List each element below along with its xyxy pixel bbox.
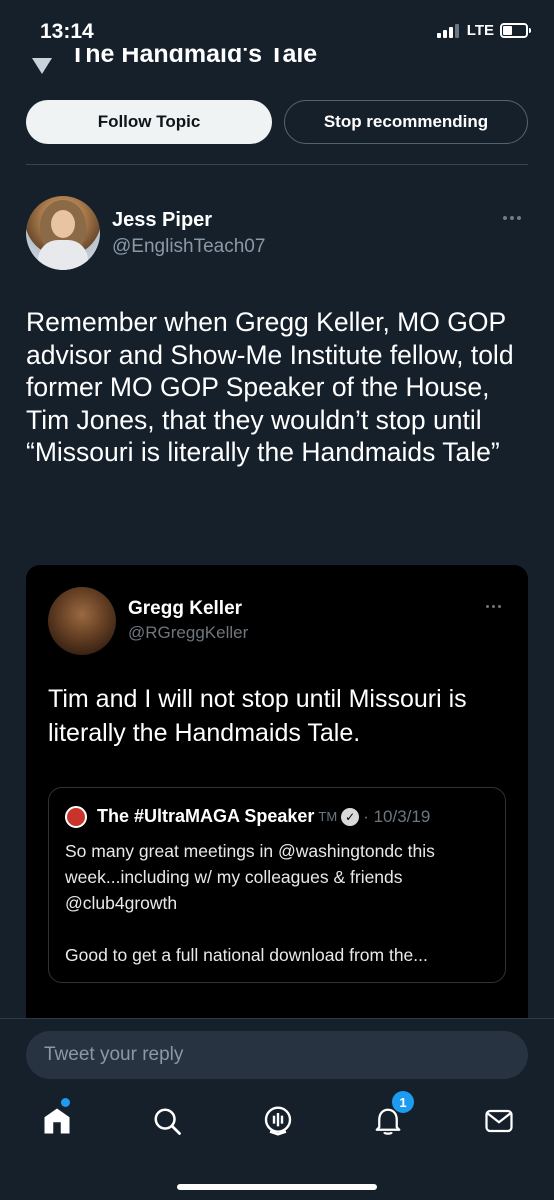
quoted-author-name: The #UltraMAGA Speaker	[97, 806, 315, 826]
home-icon[interactable]	[37, 1101, 77, 1141]
embedded-author-name: Gregg Keller	[128, 598, 243, 619]
quoted-avatar	[65, 806, 87, 828]
trademark-label: TM	[318, 809, 338, 824]
quoted-date: · 10/3/19	[363, 806, 431, 826]
signal-icon	[436, 23, 459, 38]
quoted-header: The #UltraMAGA Speaker TM ✓ · 10/3/19	[97, 806, 430, 827]
messages-icon[interactable]	[479, 1101, 519, 1141]
topic-icon	[32, 58, 52, 74]
quoted-tweet: The #UltraMAGA Speaker TM ✓ · 10/3/19 So…	[48, 787, 506, 983]
tweet-image[interactable]: Gregg Keller @RGreggKeller Tim and I wil…	[26, 565, 528, 1035]
status-time: 13:14	[40, 20, 94, 43]
author-handle[interactable]: @EnglishTeach07	[112, 236, 265, 258]
embedded-author-handle: @RGreggKeller	[128, 623, 249, 642]
battery-icon	[500, 23, 531, 38]
verified-icon: ✓	[341, 807, 360, 826]
notification-badge: 1	[392, 1091, 414, 1113]
quoted-text: So many great meetings in @washingtondc …	[65, 841, 435, 913]
spaces-icon[interactable]	[258, 1101, 298, 1141]
quoted-text-more: Good to get a full national download fro…	[65, 945, 428, 965]
topic-actions: Follow Topic Stop recommending	[26, 100, 528, 144]
home-notification-dot	[61, 1098, 70, 1107]
embedded-more-icon	[486, 605, 501, 608]
network-type: LTE	[466, 22, 494, 39]
divider	[26, 164, 528, 165]
stop-recommending-button[interactable]: Stop recommending	[284, 100, 528, 144]
embedded-avatar	[48, 587, 116, 655]
search-icon[interactable]	[147, 1101, 187, 1141]
avatar[interactable]	[26, 196, 100, 270]
status-indicators: LTE	[436, 22, 531, 39]
tweet-text: Remember when Gregg Keller, MO GOP advis…	[26, 307, 514, 467]
tab-bar: 1	[0, 1091, 554, 1151]
home-indicator	[177, 1184, 377, 1190]
topic-header: The Handmaid's Tale	[0, 48, 554, 78]
reply-input[interactable]: Tweet your reply	[26, 1031, 528, 1079]
author-name[interactable]: Jess Piper	[112, 209, 212, 232]
more-options-icon[interactable]	[503, 216, 521, 220]
reply-bar: Tweet your reply 1	[0, 1018, 554, 1200]
topic-title: The Handmaid's Tale	[70, 48, 318, 68]
follow-topic-button[interactable]: Follow Topic	[26, 100, 272, 144]
embedded-tweet-text: Tim and I will not stop until Missouri i…	[48, 685, 467, 747]
